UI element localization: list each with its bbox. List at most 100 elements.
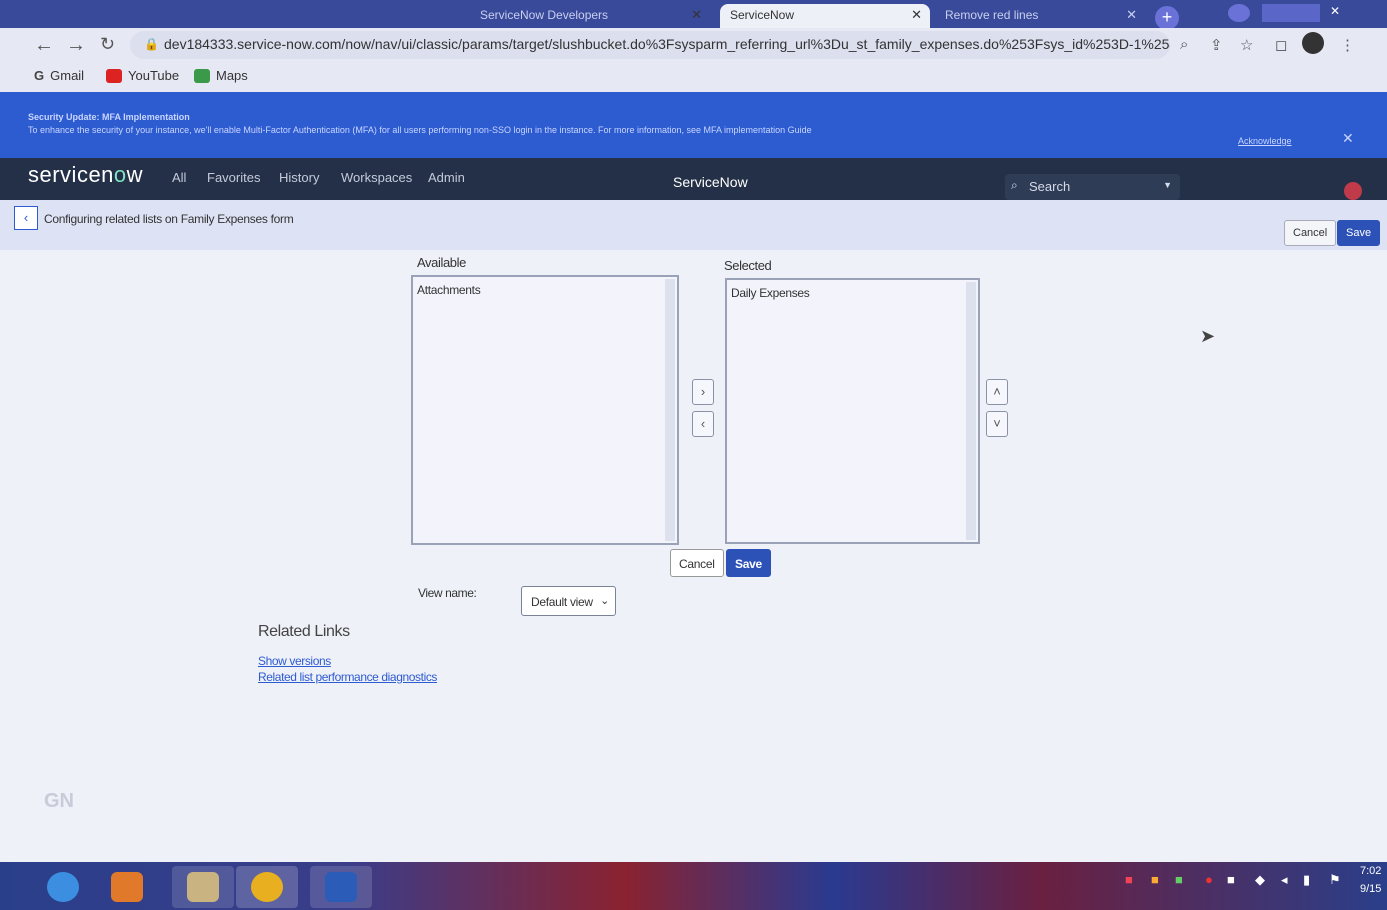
- chrome-icon: [251, 872, 283, 902]
- servicenow-logo[interactable]: servicenow: [28, 162, 143, 188]
- form-title: Configuring related lists on Family Expe…: [44, 212, 294, 226]
- related-links-title: Related Links: [258, 623, 350, 640]
- tray-app-icon[interactable]: ■: [1227, 872, 1235, 887]
- header-cancel-button[interactable]: Cancel: [1284, 220, 1337, 246]
- reload-icon[interactable]: ↻: [100, 34, 115, 55]
- add-button[interactable]: ›: [692, 379, 714, 405]
- browser-tab-bar: ServiceNow Developers ✕ ServiceNow ✕ Rem…: [0, 0, 1387, 30]
- flag-icon[interactable]: ⚑: [1329, 872, 1341, 888]
- global-search-input[interactable]: ⌕ Search ▼: [1005, 174, 1180, 200]
- minimize-maximize-icon[interactable]: [1262, 4, 1320, 22]
- network-icon[interactable]: ▮: [1303, 872, 1310, 888]
- search-placeholder: Search: [1029, 179, 1071, 194]
- move-down-button[interactable]: ˅: [986, 411, 1008, 437]
- move-up-button[interactable]: ˄: [986, 379, 1008, 405]
- tab-servicenow[interactable]: ServiceNow ✕: [720, 4, 930, 28]
- logo-text: servicen: [28, 162, 114, 187]
- chevron-down-icon: ˅: [993, 416, 1001, 431]
- taskbar-ie[interactable]: [32, 866, 94, 908]
- nav-all[interactable]: All: [172, 170, 186, 185]
- taskbar-media[interactable]: [96, 866, 158, 908]
- header-save-button[interactable]: Save: [1337, 220, 1381, 246]
- close-icon[interactable]: ✕: [1342, 130, 1354, 147]
- tab-label: ServiceNow: [730, 8, 795, 22]
- nav-history[interactable]: History: [279, 170, 319, 185]
- tray-app-icon[interactable]: ■: [1151, 872, 1159, 887]
- url-input[interactable]: 🔒 dev184333.service-now.com/now/nav/ui/c…: [130, 31, 1170, 59]
- maps-icon: [194, 68, 210, 83]
- servicenow-nav: servicenow All Favorites History Workspa…: [0, 158, 1387, 200]
- tray-app-icon[interactable]: ●: [1205, 872, 1213, 887]
- bookmark-label: Maps: [216, 68, 248, 83]
- show-versions-link[interactable]: Show versions: [258, 654, 331, 668]
- bookmarks-bar: G Gmail YouTube Maps: [0, 62, 1387, 92]
- chevron-left-icon: ‹: [23, 210, 29, 225]
- tray-app-icon[interactable]: ◆: [1255, 872, 1265, 888]
- list-item[interactable]: Daily Expenses: [731, 286, 974, 300]
- back-arrow-icon[interactable]: ←: [34, 34, 54, 57]
- profile-avatar-icon[interactable]: [1302, 32, 1324, 54]
- clock-time: 7:02: [1360, 865, 1382, 877]
- cancel-button[interactable]: Cancel: [670, 549, 724, 577]
- zoom-icon[interactable]: ⌕: [1180, 36, 1188, 53]
- new-tab-plus-icon[interactable]: +: [1155, 6, 1179, 30]
- tab-servicenow-developers[interactable]: ServiceNow Developers ✕: [470, 4, 710, 28]
- view-name-select[interactable]: Default view ⌄: [521, 586, 616, 616]
- form-header: ‹ Configuring related lists on Family Ex…: [0, 200, 1387, 250]
- address-bar-row: ← → ↻ 🔒 dev184333.service-now.com/now/na…: [0, 28, 1387, 62]
- clock-date: 9/15: [1360, 883, 1382, 895]
- tab-label: ServiceNow Developers: [480, 8, 609, 22]
- security-banner: Security Update: MFA Implementation To e…: [0, 92, 1387, 158]
- nav-admin[interactable]: Admin: [428, 170, 465, 185]
- sidepanel-icon[interactable]: ◻: [1275, 36, 1287, 54]
- taskbar-clock[interactable]: 7:02 9/15: [1360, 862, 1381, 898]
- window-close-icon[interactable]: ✕: [1328, 4, 1342, 22]
- bookmark-maps[interactable]: Maps: [194, 68, 248, 83]
- close-icon[interactable]: ✕: [1126, 7, 1137, 23]
- user-avatar[interactable]: [1344, 182, 1362, 200]
- logo-text: o: [113, 162, 127, 187]
- taskbar-chrome[interactable]: [236, 866, 298, 908]
- bookmark-gmail[interactable]: G Gmail: [34, 68, 84, 83]
- available-label: Available: [417, 255, 466, 270]
- list-item[interactable]: Attachments: [417, 283, 673, 297]
- scrollbar[interactable]: [966, 282, 976, 540]
- taskbar-explorer[interactable]: [172, 866, 234, 908]
- scrollbar[interactable]: [665, 279, 675, 541]
- more-menu-icon[interactable]: ⋮: [1340, 36, 1355, 54]
- youtube-icon: [106, 68, 122, 83]
- available-list[interactable]: Attachments: [411, 275, 679, 545]
- watermark: GN: [44, 790, 74, 812]
- system-tray: ■ ■ ■ ● ■ ◆ ◂ ▮ ⚑: [1125, 872, 1355, 896]
- volume-icon[interactable]: ◂: [1281, 872, 1288, 888]
- banner-title: Security Update: MFA Implementation: [28, 112, 190, 122]
- bookmark-star-icon[interactable]: ☆: [1240, 36, 1253, 54]
- nav-workspaces[interactable]: Workspaces: [341, 170, 412, 185]
- chevron-down-icon[interactable]: ▼: [1163, 180, 1172, 190]
- share-icon[interactable]: ⇪: [1210, 36, 1223, 54]
- remove-button[interactable]: ‹: [692, 411, 714, 437]
- tray-app-icon[interactable]: ■: [1175, 872, 1183, 887]
- tray-app-icon[interactable]: ■: [1125, 872, 1133, 887]
- main-content: Available Attachments › ‹ Selected Daily…: [0, 250, 1387, 862]
- close-icon[interactable]: ✕: [691, 7, 702, 23]
- back-button[interactable]: ‹: [14, 206, 38, 230]
- related-list-diagnostics-link[interactable]: Related list performance diagnostics: [258, 670, 437, 684]
- nav-center-title: ServiceNow: [673, 174, 748, 190]
- logo-text: w: [126, 162, 144, 187]
- taskbar-word[interactable]: [310, 866, 372, 908]
- file-explorer-icon: [187, 872, 219, 902]
- acknowledge-link[interactable]: Acknowledge: [1238, 136, 1292, 146]
- chevron-up-icon: ˄: [993, 384, 1001, 399]
- google-icon: G: [34, 68, 45, 83]
- tab-search-chevron-icon[interactable]: [1228, 4, 1250, 22]
- forward-arrow-icon[interactable]: →: [66, 34, 86, 57]
- nav-favorites[interactable]: Favorites: [207, 170, 260, 185]
- close-icon[interactable]: ✕: [911, 7, 922, 23]
- save-button[interactable]: Save: [726, 549, 771, 577]
- tab-remove-red-lines[interactable]: Remove red lines ✕: [935, 4, 1145, 28]
- lock-icon: 🔒: [144, 37, 159, 51]
- bookmark-youtube[interactable]: YouTube: [106, 68, 179, 83]
- selected-list[interactable]: Daily Expenses: [725, 278, 980, 544]
- chevron-down-icon: ⌄: [600, 595, 609, 607]
